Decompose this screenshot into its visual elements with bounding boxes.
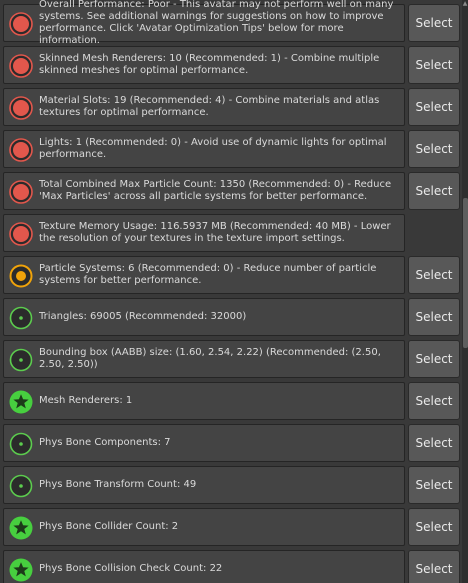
warning-row: Phys Bone Components: 7 <box>3 424 405 462</box>
select-button[interactable]: Select <box>408 46 460 84</box>
warning-message: Phys Bone Components: 7 <box>39 437 171 448</box>
warning-row: Total Combined Max Particle Count: 1350 … <box>3 172 405 210</box>
select-button[interactable]: Select <box>408 172 460 210</box>
select-button[interactable]: Select <box>408 550 460 583</box>
warning-message: Bounding box (AABB) size: (1.60, 2.54, 2… <box>39 347 385 370</box>
warning-row: Overall Performance: Poor - This avatar … <box>3 0 405 46</box>
select-button[interactable]: Select <box>408 382 460 420</box>
warning-message: Phys Bone Collider Count: 2 <box>39 521 179 532</box>
select-button[interactable]: Select <box>408 4 460 42</box>
poor-rating-icon <box>9 12 33 36</box>
warning-row: Lights: 1 (Recommended: 0) - Avoid use o… <box>3 130 405 168</box>
poor-rating-icon <box>9 54 33 78</box>
scroll-up-arrow-icon[interactable]: ▲ <box>462 0 468 8</box>
excellent-rating-star-icon <box>9 390 33 414</box>
warning-message: Total Combined Max Particle Count: 1350 … <box>39 179 395 202</box>
warning-row: Phys Bone Collision Check Count: 22 <box>3 550 405 583</box>
poor-rating-icon <box>9 180 33 204</box>
excellent-rating-star-icon <box>9 516 33 540</box>
warning-message: Skinned Mesh Renderers: 10 (Recommended:… <box>39 53 383 76</box>
warning-message: Lights: 1 (Recommended: 0) - Avoid use o… <box>39 137 390 160</box>
select-button[interactable]: Select <box>408 256 460 294</box>
select-button[interactable]: Select <box>408 130 460 168</box>
warning-row: Skinned Mesh Renderers: 10 (Recommended:… <box>3 46 405 84</box>
warning-message: Mesh Renderers: 1 <box>39 395 133 406</box>
good-rating-icon <box>9 432 33 456</box>
warning-row: Phys Bone Collider Count: 2 <box>3 508 405 546</box>
warning-message: Particle Systems: 6 (Recommended: 0) - R… <box>39 263 380 286</box>
select-button[interactable]: Select <box>408 424 460 462</box>
good-rating-icon <box>9 306 33 330</box>
excellent-rating-star-icon <box>9 558 33 582</box>
warning-message: Material Slots: 19 (Recommended: 4) - Co… <box>39 95 383 118</box>
warning-message: Overall Performance: Poor - This avatar … <box>39 0 397 46</box>
good-rating-icon <box>9 348 33 372</box>
warning-message: Phys Bone Transform Count: 49 <box>39 479 197 490</box>
select-button[interactable]: Select <box>408 88 460 126</box>
poor-rating-icon <box>9 138 33 162</box>
warning-message: Triangles: 69005 (Recommended: 32000) <box>39 311 247 322</box>
warning-message: Phys Bone Collision Check Count: 22 <box>39 563 223 574</box>
select-button[interactable]: Select <box>408 340 460 378</box>
scrollbar-thumb[interactable] <box>463 198 468 348</box>
warning-row: Particle Systems: 6 (Recommended: 0) - R… <box>3 256 405 294</box>
select-button[interactable]: Select <box>408 466 460 504</box>
warning-row: Bounding box (AABB) size: (1.60, 2.54, 2… <box>3 340 405 378</box>
good-rating-icon <box>9 474 33 498</box>
warning-row: Phys Bone Transform Count: 49 <box>3 466 405 504</box>
medium-rating-icon <box>9 264 33 288</box>
warning-message: Texture Memory Usage: 116.5937 MB (Recom… <box>39 221 394 244</box>
select-button[interactable]: Select <box>408 298 460 336</box>
warning-row: Material Slots: 19 (Recommended: 4) - Co… <box>3 88 405 126</box>
poor-rating-icon <box>9 96 33 120</box>
performance-warnings-panel: ▲ Overall Performance: Poor - This avata… <box>0 0 468 583</box>
select-button[interactable]: Select <box>408 508 460 546</box>
warning-row: Triangles: 69005 (Recommended: 32000) <box>3 298 405 336</box>
poor-rating-icon <box>9 222 33 246</box>
warning-row: Mesh Renderers: 1 <box>3 382 405 420</box>
warning-row: Texture Memory Usage: 116.5937 MB (Recom… <box>3 214 405 252</box>
